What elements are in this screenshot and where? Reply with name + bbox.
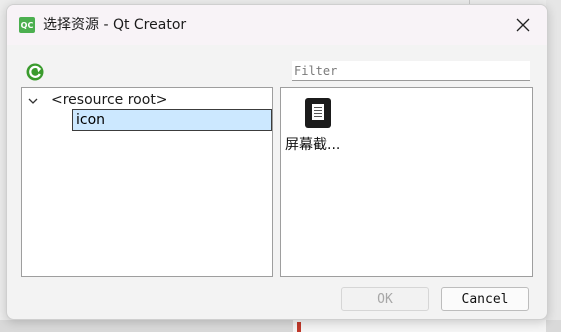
tree-root-row[interactable]: <resource root> bbox=[22, 89, 272, 111]
close-button[interactable] bbox=[503, 9, 543, 41]
qt-creator-icon: QC bbox=[19, 17, 35, 33]
ok-button[interactable]: OK bbox=[341, 287, 429, 311]
reload-button[interactable] bbox=[24, 61, 46, 83]
title-bar: QC 选择资源 - Qt Creator bbox=[7, 5, 547, 45]
resource-tree[interactable]: <resource root> icon bbox=[21, 87, 273, 277]
document-icon bbox=[305, 98, 331, 128]
window-title: 选择资源 - Qt Creator bbox=[43, 17, 187, 33]
select-resource-dialog: QC 选择资源 - Qt Creator <resource root> ico… bbox=[6, 4, 548, 320]
tree-item-label: icon bbox=[76, 112, 106, 128]
chevron-down-icon[interactable] bbox=[28, 89, 40, 111]
background-marker bbox=[297, 322, 301, 332]
filter-input[interactable] bbox=[292, 61, 530, 81]
file-list[interactable]: 屏幕截... bbox=[280, 87, 533, 277]
background-bottom-panel bbox=[293, 320, 546, 332]
tree-item-icon[interactable]: icon bbox=[72, 109, 272, 131]
background-window bbox=[546, 0, 561, 332]
refresh-icon bbox=[26, 63, 44, 81]
cancel-button[interactable]: Cancel bbox=[441, 287, 529, 311]
close-icon bbox=[516, 18, 530, 32]
file-label: 屏幕截... bbox=[285, 137, 341, 153]
tree-root-label: <resource root> bbox=[51, 92, 168, 108]
file-item[interactable]: 屏幕截... bbox=[285, 96, 355, 156]
